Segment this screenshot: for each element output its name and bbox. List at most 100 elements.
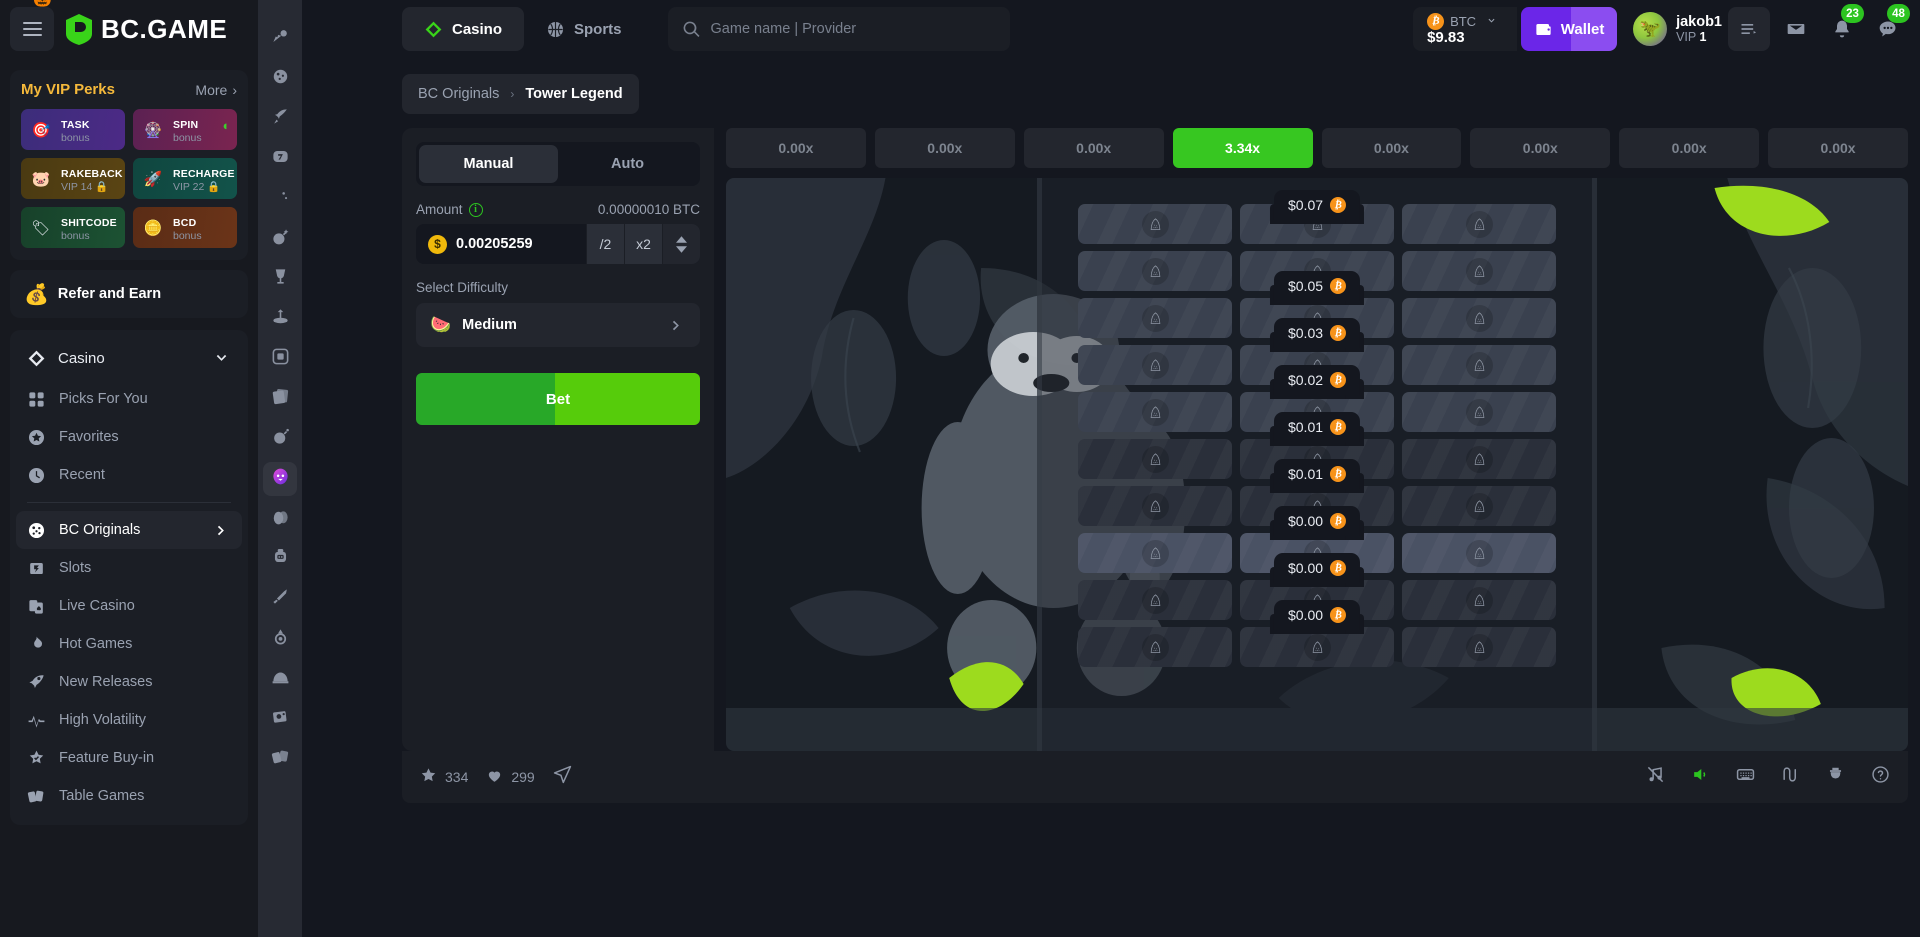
rail-frame[interactable] bbox=[263, 342, 297, 376]
rail-comet[interactable] bbox=[263, 22, 297, 56]
multiplier-slot[interactable]: 0.00x bbox=[875, 128, 1015, 168]
sidebar-item-bc-originals[interactable]: BC Originals bbox=[16, 511, 242, 549]
perk-recharge[interactable]: 🚀 RECHARGE VIP 22🔒 bbox=[133, 158, 237, 199]
tower-tile[interactable] bbox=[1078, 580, 1232, 620]
tower-tile[interactable] bbox=[1402, 580, 1556, 620]
chat-button[interactable]: 48 bbox=[1868, 7, 1908, 51]
refer-and-earn-button[interactable]: 💰 Refer and Earn bbox=[10, 270, 248, 318]
keyboard-button[interactable] bbox=[1736, 765, 1755, 789]
tower-tile[interactable] bbox=[1402, 627, 1556, 667]
multiplier-slot[interactable]: 0.00x bbox=[1322, 128, 1462, 168]
rail-rocket-small[interactable] bbox=[263, 102, 297, 136]
tab-casino[interactable]: Casino bbox=[402, 7, 524, 51]
sidebar-item-favorites[interactable]: Favorites bbox=[16, 418, 242, 456]
tower-tile[interactable] bbox=[1078, 345, 1232, 385]
rail-sword[interactable] bbox=[263, 582, 297, 616]
rail-slot-seven[interactable] bbox=[263, 142, 297, 176]
bets-list-button[interactable] bbox=[1728, 7, 1770, 51]
tower-tile[interactable] bbox=[1078, 533, 1232, 573]
wallet-button[interactable]: Wallet bbox=[1521, 7, 1617, 51]
rail-cardpair[interactable] bbox=[263, 742, 297, 776]
help-button[interactable] bbox=[1871, 765, 1890, 789]
tab-sports[interactable]: Sports bbox=[524, 7, 644, 51]
rail-moon[interactable] bbox=[263, 182, 297, 216]
tower-tile[interactable] bbox=[1402, 251, 1556, 291]
rail-plinko[interactable] bbox=[263, 302, 297, 336]
rail-goblet[interactable] bbox=[263, 262, 297, 296]
brand-logo[interactable]: BC.GAME 🎃 bbox=[64, 13, 227, 46]
tower-tile[interactable] bbox=[1078, 627, 1232, 667]
sidebar-item-feature-buy-in[interactable]: Feature Buy-in bbox=[16, 739, 242, 777]
sidebar-item-slots[interactable]: Slots bbox=[16, 549, 242, 587]
multiplier-slot[interactable]: 0.00x bbox=[726, 128, 866, 168]
tower-tile[interactable] bbox=[1078, 392, 1232, 432]
bet-button[interactable]: Bet bbox=[416, 373, 700, 425]
tower-tile[interactable] bbox=[1402, 204, 1556, 244]
star-stat[interactable]: 334 bbox=[420, 767, 468, 787]
sidebar-item-live-casino[interactable]: Live Casino bbox=[16, 587, 242, 625]
bet-mode-manual[interactable]: Manual bbox=[419, 145, 558, 183]
perk-task[interactable]: 🎯 TASK bonus bbox=[21, 109, 125, 150]
multiplier-slot[interactable]: 0.00x bbox=[1619, 128, 1759, 168]
sidebar-item-picks-for-you[interactable]: Picks For You bbox=[16, 380, 242, 418]
rail-books[interactable] bbox=[263, 382, 297, 416]
theme-hat-button[interactable] bbox=[1826, 765, 1845, 789]
perk-bcd[interactable]: 🪙 BCD bonus bbox=[133, 207, 237, 248]
tower-tile[interactable] bbox=[1402, 439, 1556, 479]
tower-tile[interactable] bbox=[1078, 298, 1232, 338]
rail-bomb[interactable] bbox=[263, 222, 297, 256]
sound-on-button[interactable] bbox=[1691, 765, 1710, 789]
breadcrumb-parent[interactable]: BC Originals bbox=[418, 86, 499, 102]
rail-planet[interactable] bbox=[263, 62, 297, 96]
amount-stepper[interactable] bbox=[662, 224, 700, 264]
notifications-button[interactable]: 23 bbox=[1822, 7, 1862, 51]
vip-more-link[interactable]: More › bbox=[195, 82, 237, 98]
tower-tile[interactable] bbox=[1078, 204, 1232, 244]
perk-shitcode[interactable]: 🏷 SHITCODE bonus bbox=[21, 207, 125, 248]
double-amount-button[interactable]: x2 bbox=[624, 224, 662, 264]
sidebar-item-hot-games[interactable]: Hot Games bbox=[16, 625, 242, 663]
perk-spin[interactable]: 🎡 SPIN bonus ◖ bbox=[133, 109, 237, 150]
sidebar-item-casino[interactable]: Casino bbox=[16, 336, 242, 380]
sidebar-item-high-volatility[interactable]: High Volatility bbox=[16, 701, 242, 739]
search-input[interactable] bbox=[711, 21, 996, 37]
tower-tile[interactable] bbox=[1402, 298, 1556, 338]
tower-tile[interactable] bbox=[1402, 533, 1556, 573]
mail-button[interactable] bbox=[1776, 7, 1816, 51]
menu-toggle-button[interactable] bbox=[10, 7, 54, 51]
multiplier-slot[interactable]: 3.34x bbox=[1173, 128, 1313, 168]
sidebar-item-table-games[interactable]: Table Games bbox=[16, 777, 242, 815]
sidebar-item-recent[interactable]: Recent bbox=[16, 456, 242, 494]
heart-stat[interactable]: 299 bbox=[486, 767, 534, 787]
tower-tile[interactable] bbox=[1402, 345, 1556, 385]
tower-tile[interactable] bbox=[1078, 439, 1232, 479]
rail-ring[interactable] bbox=[263, 622, 297, 656]
tower-tile[interactable] bbox=[1078, 251, 1232, 291]
info-icon[interactable]: i bbox=[469, 203, 483, 217]
multiplier-slot[interactable]: 0.00x bbox=[1470, 128, 1610, 168]
multiplier-slot[interactable]: 0.00x bbox=[1024, 128, 1164, 168]
rail-robot[interactable] bbox=[263, 542, 297, 576]
tower-tile[interactable] bbox=[1402, 486, 1556, 526]
bet-mode-auto[interactable]: Auto bbox=[558, 145, 697, 183]
rail-egg[interactable] bbox=[263, 502, 297, 536]
rail-cashbook[interactable] bbox=[263, 702, 297, 736]
rail-mine[interactable] bbox=[263, 422, 297, 456]
rail-helmet[interactable] bbox=[263, 662, 297, 696]
music-off-button[interactable] bbox=[1646, 765, 1665, 789]
tower-tile[interactable] bbox=[1078, 486, 1232, 526]
user-profile[interactable]: 🦖 jakob1 VIP 1 bbox=[1633, 12, 1722, 46]
difficulty-selector[interactable]: 🍉 Medium bbox=[416, 303, 700, 347]
tower-tile[interactable] bbox=[1402, 392, 1556, 432]
tower-tile[interactable] bbox=[1240, 627, 1394, 667]
share-button[interactable] bbox=[553, 765, 572, 789]
amount-input[interactable]: $ 0.00205259 bbox=[416, 235, 586, 254]
perk-rakeback[interactable]: 🐷 RAKEBACK VIP 14🔒 bbox=[21, 158, 125, 199]
multiplier-slot[interactable]: 0.00x bbox=[1768, 128, 1908, 168]
rail-tower-legend[interactable] bbox=[263, 462, 297, 496]
fairness-button[interactable] bbox=[1781, 765, 1800, 789]
balance-selector[interactable]: ₿ BTC $9.83 bbox=[1413, 7, 1517, 51]
search-box[interactable] bbox=[668, 7, 1010, 51]
sidebar-item-new-releases[interactable]: New Releases bbox=[16, 663, 242, 701]
halve-amount-button[interactable]: /2 bbox=[586, 224, 624, 264]
